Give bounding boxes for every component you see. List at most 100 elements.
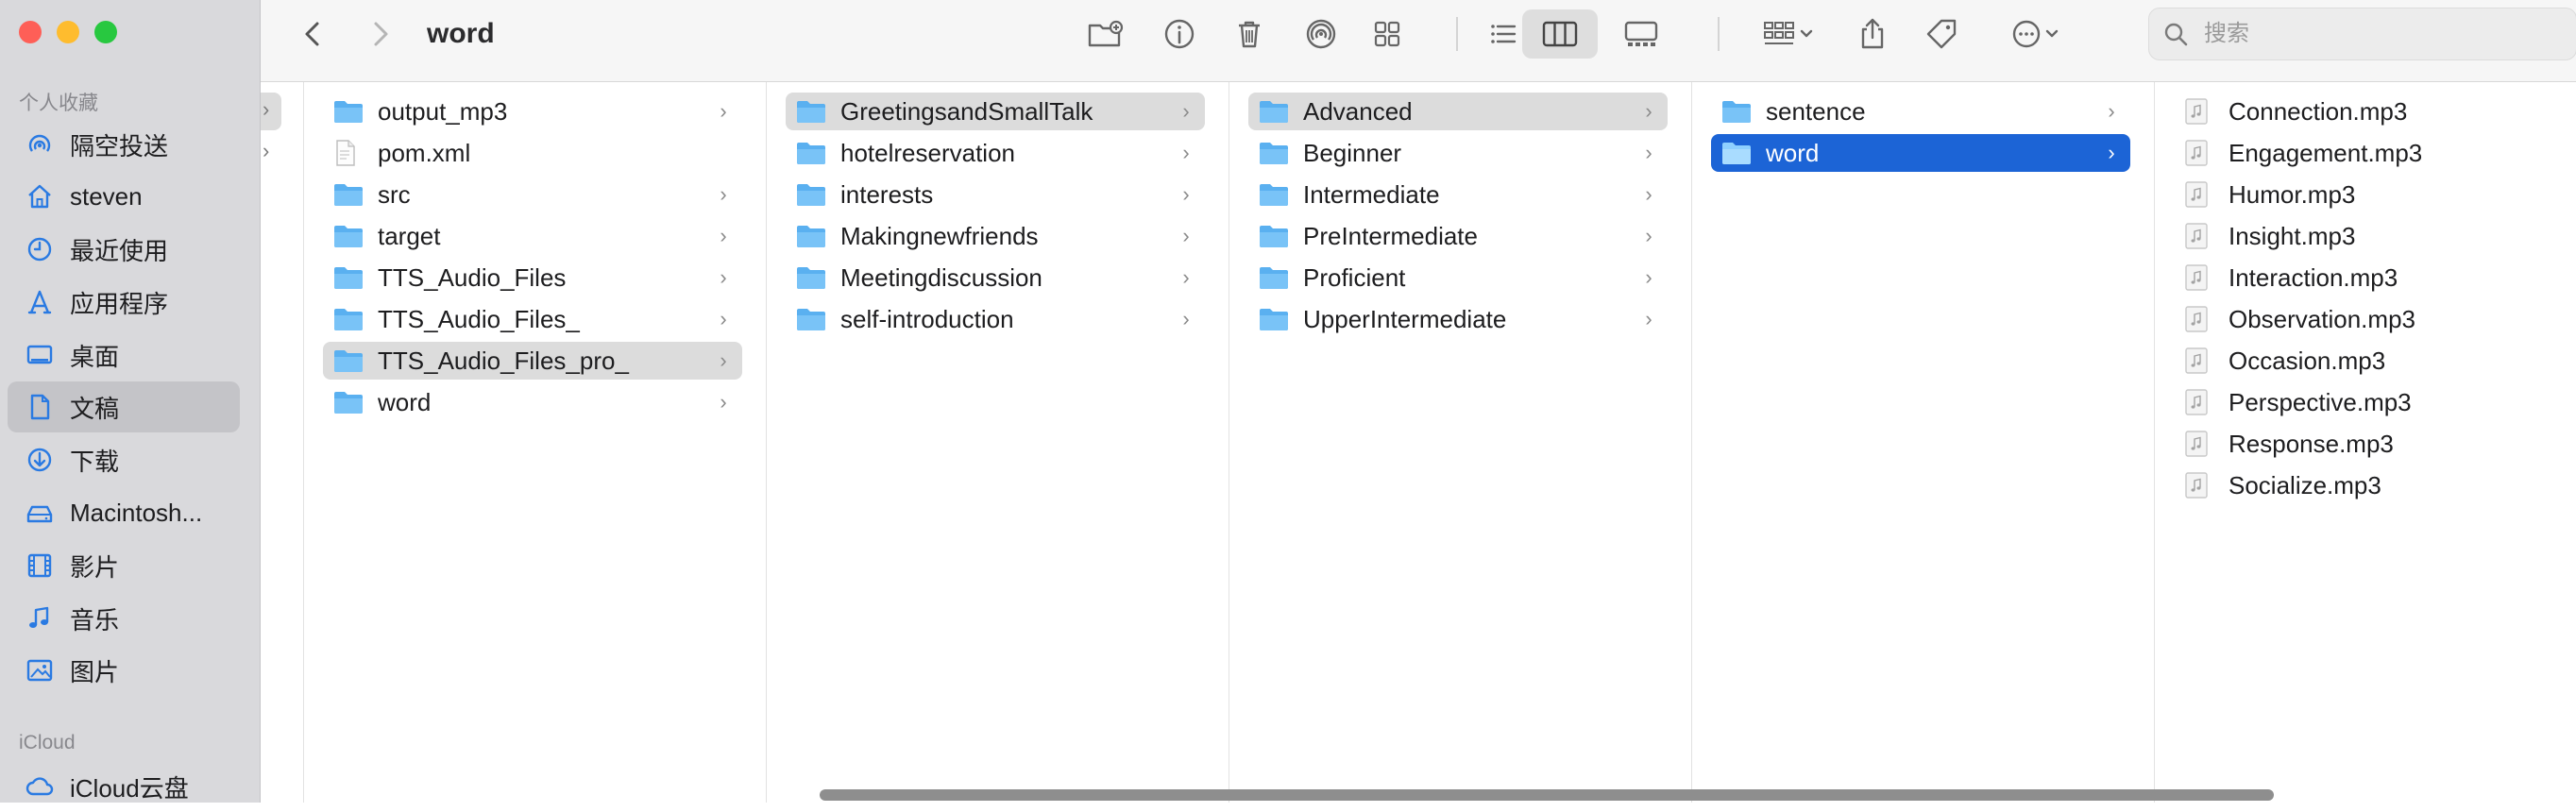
file-row[interactable]: Response.mp3 bbox=[2174, 425, 2576, 463]
minimize-window-button[interactable] bbox=[57, 21, 79, 43]
file-row[interactable]: Perspective.mp3 bbox=[2174, 383, 2576, 421]
chevron-right-icon: › bbox=[1645, 182, 1652, 206]
search-field[interactable] bbox=[2148, 8, 2576, 60]
sidebar-item[interactable]: 隔空投送 bbox=[8, 119, 240, 170]
file-row[interactable]: Observation.mp3 bbox=[2174, 300, 2576, 338]
folder-row[interactable]: hotelreservation › bbox=[786, 134, 1205, 172]
search-input[interactable] bbox=[2202, 20, 2565, 48]
folder-row[interactable]: output_mp3 › bbox=[323, 93, 742, 130]
audio-file-icon bbox=[2183, 222, 2215, 250]
sidebar-item[interactable]: 最近使用 bbox=[8, 224, 240, 275]
folder-row[interactable]: Intermediate › bbox=[1248, 176, 1668, 213]
sidebar-item[interactable]: 下载 bbox=[8, 434, 240, 485]
folder-row[interactable]: PreIntermediate › bbox=[1248, 217, 1668, 255]
folder-row[interactable]: TTS_Audio_Files_pro_ › bbox=[323, 342, 742, 380]
chevron-right-icon: › bbox=[720, 307, 727, 330]
group-icon bbox=[1764, 22, 1813, 44]
desktop-icon bbox=[21, 341, 59, 369]
chevron-right-icon: › bbox=[2108, 99, 2115, 123]
favorites-section-header: 个人收藏 bbox=[19, 93, 98, 114]
folder-row[interactable]: Makingnewfriends › bbox=[786, 217, 1205, 255]
file-row[interactable]: Humor.mp3 bbox=[2174, 176, 2576, 213]
horizontal-scrollbar[interactable] bbox=[820, 789, 2274, 801]
file-row[interactable]: Occasion.mp3 bbox=[2174, 342, 2576, 380]
folder-row[interactable]: TTS_Audio_Files › bbox=[323, 259, 742, 296]
folder-row[interactable]: self-introduction › bbox=[786, 300, 1205, 338]
sidebar-item[interactable]: steven bbox=[8, 171, 240, 222]
folder-row[interactable]: Proficient › bbox=[1248, 259, 1668, 296]
sidebar-item[interactable]: 影片 bbox=[8, 540, 240, 591]
file-row[interactable]: Interaction.mp3 bbox=[2174, 259, 2576, 296]
sidebar-item[interactable]: iCloud云盘 bbox=[8, 761, 240, 812]
folder-row[interactable]: target › bbox=[323, 217, 742, 255]
airdrop-button[interactable] bbox=[1297, 13, 1345, 55]
folder-row[interactable]: interests › bbox=[786, 176, 1205, 213]
file-row[interactable]: Socialize.mp3 bbox=[2174, 466, 2576, 504]
chevron-right-icon: › bbox=[263, 97, 270, 121]
chevron-left-icon bbox=[305, 22, 319, 46]
view-gallery-button[interactable] bbox=[1613, 13, 1669, 55]
folder-row[interactable]: UpperIntermediate › bbox=[1248, 300, 1668, 338]
row-label: Occasion.mp3 bbox=[2229, 346, 2386, 375]
folder-row[interactable]: Beginner › bbox=[1248, 134, 1668, 172]
film-icon bbox=[21, 551, 59, 580]
sidebar-item[interactable]: 桌面 bbox=[8, 330, 240, 381]
forward-button[interactable] bbox=[361, 13, 398, 55]
sidebar-item[interactable]: 图片 bbox=[8, 645, 240, 696]
toolbar: word bbox=[261, 0, 2576, 82]
row-label: Interaction.mp3 bbox=[2229, 262, 2398, 292]
row-label: Perspective.mp3 bbox=[2229, 387, 2412, 416]
sidebar-item[interactable]: 音乐 bbox=[8, 593, 240, 644]
folder-icon bbox=[332, 388, 364, 416]
chevron-right-icon: › bbox=[1645, 265, 1652, 289]
trash-icon bbox=[1239, 21, 1260, 48]
row-label: TTS_Audio_Files bbox=[378, 262, 567, 292]
audio-file-icon bbox=[2183, 139, 2215, 167]
row-label: Meetingdiscussion bbox=[840, 262, 1042, 292]
chevron-right-icon: › bbox=[1182, 99, 1190, 123]
sidebar-item[interactable]: 文稿 bbox=[8, 381, 240, 432]
row-label: Observation.mp3 bbox=[2229, 304, 2415, 333]
file-row[interactable]: Connection.mp3 bbox=[2174, 93, 2576, 130]
folder-row[interactable]: word › bbox=[323, 383, 742, 421]
folder-row[interactable]: GreetingsandSmallTalk › bbox=[786, 93, 1205, 130]
folder-icon bbox=[795, 263, 827, 292]
trash-button[interactable] bbox=[1228, 13, 1271, 55]
view-icons-button[interactable] bbox=[1364, 13, 1411, 55]
row-label: pom.xml bbox=[378, 138, 471, 167]
folder-row[interactable]: TTS_Audio_Files_ › bbox=[323, 300, 742, 338]
folder-row[interactable]: sentence › bbox=[1711, 93, 2130, 130]
audio-file-icon bbox=[2183, 430, 2215, 458]
back-button[interactable] bbox=[295, 13, 332, 55]
sidebar-item[interactable]: Macintosh... bbox=[8, 487, 240, 538]
chevron-right-icon: › bbox=[1182, 182, 1190, 206]
airdrop-icon bbox=[21, 130, 59, 159]
info-button[interactable] bbox=[1158, 13, 1201, 55]
file-row[interactable]: Insight.mp3 bbox=[2174, 217, 2576, 255]
sidebar-item-label: 隔空投送 bbox=[70, 131, 169, 161]
folder-row[interactable]: Advanced › bbox=[1248, 93, 1668, 130]
more-actions-button[interactable] bbox=[2000, 13, 2076, 55]
sidebar-item[interactable]: 应用程序 bbox=[8, 277, 240, 328]
file-row[interactable]: pom.xml bbox=[323, 134, 742, 172]
view-columns-button[interactable] bbox=[1522, 9, 1598, 59]
folder-icon bbox=[332, 263, 364, 292]
close-window-button[interactable] bbox=[19, 21, 42, 43]
group-by-button[interactable] bbox=[1751, 13, 1826, 55]
folder-icon bbox=[1258, 222, 1290, 250]
info-icon bbox=[1164, 19, 1195, 49]
folder-icon bbox=[332, 347, 364, 375]
file-row[interactable]: Engagement.mp3 bbox=[2174, 134, 2576, 172]
zoom-window-button[interactable] bbox=[94, 21, 117, 43]
share-button[interactable] bbox=[1849, 13, 1896, 55]
folder-row[interactable]: src › bbox=[323, 176, 742, 213]
folder-row[interactable]: word › bbox=[1711, 134, 2130, 172]
folder-row[interactable]: Meetingdiscussion › bbox=[786, 259, 1205, 296]
tag-button[interactable] bbox=[1915, 13, 1968, 55]
chevron-right-icon: › bbox=[2108, 141, 2115, 164]
clock-icon bbox=[21, 235, 59, 263]
share-icon bbox=[1861, 18, 1884, 49]
more-icon bbox=[2012, 20, 2059, 48]
new-folder-button[interactable] bbox=[1082, 13, 1129, 55]
sidebar-item-label: 文稿 bbox=[70, 394, 120, 423]
